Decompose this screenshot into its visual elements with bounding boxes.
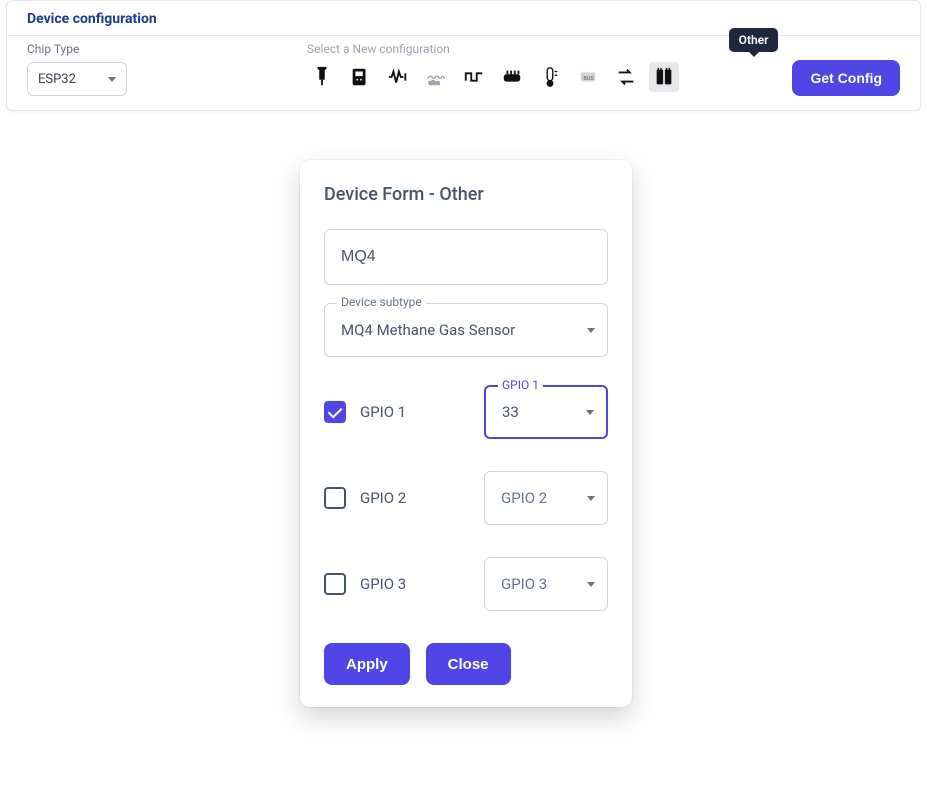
panel-title: Device configuration <box>7 1 920 36</box>
gpio-3-value: GPIO 3 <box>501 575 587 593</box>
swap-icon[interactable] <box>611 62 641 92</box>
gpio-1-value: 33 <box>502 403 586 421</box>
gpio-2-checkbox[interactable] <box>324 487 346 509</box>
bus-icon[interactable]: BUS <box>573 62 603 92</box>
chevron-down-icon <box>587 496 595 501</box>
chip-type-block: Chip Type ESP32 <box>27 42 287 96</box>
gpio-2-value: GPIO 2 <box>501 489 587 507</box>
gpio-row-1: GPIO 1 GPIO 133 <box>324 385 608 439</box>
get-config-button[interactable]: Get Config <box>792 60 900 96</box>
apply-button[interactable]: Apply <box>324 643 410 685</box>
chevron-down-icon <box>586 410 594 415</box>
chevron-down-icon <box>108 77 116 82</box>
chevron-down-icon <box>587 328 595 333</box>
modal-actions: Apply Close <box>324 643 608 685</box>
config-icon-row: ultra BUS <box>307 62 772 92</box>
chip-type-value: ESP32 <box>38 72 76 87</box>
svg-text:BUS: BUS <box>583 76 594 82</box>
gpio-1-select[interactable]: GPIO 133 <box>484 385 608 439</box>
other-tooltip: Other <box>729 28 779 52</box>
device-subtype-select[interactable]: Device subtype MQ4 Methane Gas Sensor <box>324 303 608 357</box>
device-form-modal: Device Form - Other Device subtype MQ4 M… <box>300 160 632 707</box>
close-button[interactable]: Close <box>426 643 511 685</box>
ultrasonic-icon[interactable]: ultra <box>421 62 451 92</box>
chevron-down-icon <box>587 582 595 587</box>
display-icon[interactable] <box>345 62 375 92</box>
modal-title: Device Form - Other <box>324 184 608 205</box>
device-name-input[interactable] <box>324 229 608 285</box>
sensor-icon[interactable] <box>307 62 337 92</box>
thermometer-icon[interactable] <box>535 62 565 92</box>
device-config-panel: Device configuration Chip Type ESP32 Sel… <box>6 0 921 111</box>
gpio-row-2: GPIO 2 GPIO 2 <box>324 471 608 525</box>
connector-icon[interactable] <box>497 62 527 92</box>
other-icon[interactable] <box>649 62 679 92</box>
svg-text:ultra: ultra <box>429 80 440 86</box>
device-subtype-label: Device subtype <box>337 295 426 309</box>
device-subtype-value: MQ4 Methane Gas Sensor <box>341 321 587 339</box>
new-config-label: Select a New configuration <box>307 42 772 56</box>
gpio-3-select[interactable]: GPIO 3 <box>484 557 608 611</box>
panel-body: Chip Type ESP32 Select a New configurati… <box>7 36 920 110</box>
gpio-1-float-label: GPIO 1 <box>498 378 543 392</box>
square-wave-icon[interactable] <box>459 62 489 92</box>
gpio-1-checkbox[interactable] <box>324 401 346 423</box>
gpio-2-select[interactable]: GPIO 2 <box>484 471 608 525</box>
gpio-1-label: GPIO 1 <box>360 403 440 421</box>
chip-type-label: Chip Type <box>27 42 287 56</box>
gpio-3-checkbox[interactable] <box>324 573 346 595</box>
gpio-2-label: GPIO 2 <box>360 489 440 507</box>
gpio-3-label: GPIO 3 <box>360 575 440 593</box>
signal-icon[interactable] <box>383 62 413 92</box>
gpio-row-3: GPIO 3 GPIO 3 <box>324 557 608 611</box>
chip-type-select[interactable]: ESP32 <box>27 62 127 96</box>
new-config-block: Select a New configuration ultra <box>307 42 772 92</box>
